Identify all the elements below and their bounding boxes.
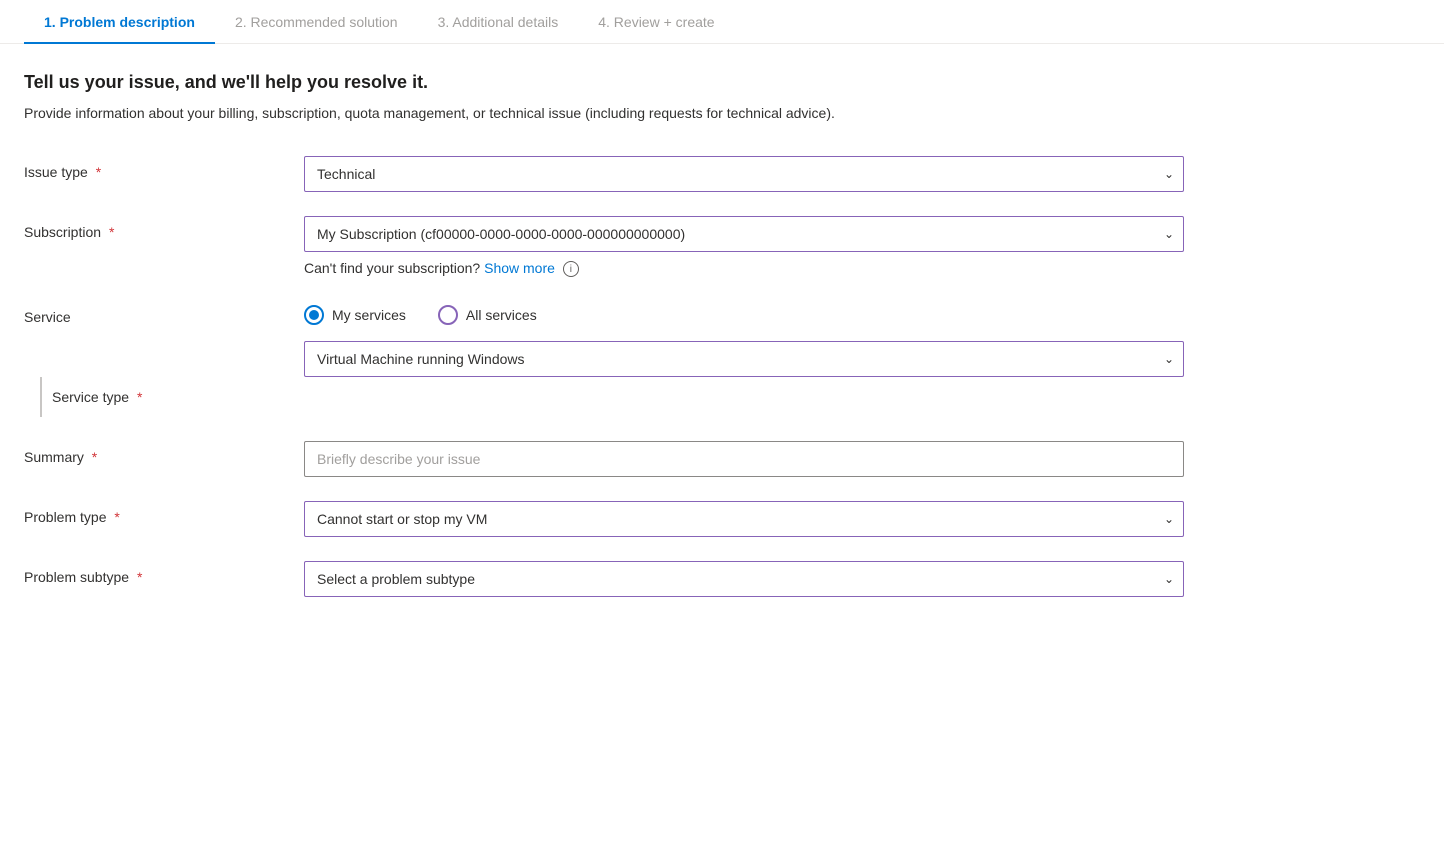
wizard-tabs: 1. Problem description 2. Recommended so… <box>0 0 1444 44</box>
problem-type-select[interactable]: Cannot start or stop my VM VM performanc… <box>304 501 1184 537</box>
page-description: Provide information about your billing, … <box>24 103 924 124</box>
tab-review-create[interactable]: 4. Review + create <box>578 0 734 44</box>
problem-subtype-required: * <box>137 569 142 585</box>
issue-type-select-wrapper: Technical Billing Subscription Quota ⌄ <box>304 156 1184 192</box>
issue-type-label: Issue type * <box>24 156 304 180</box>
main-content: Tell us your issue, and we'll help you r… <box>0 44 1400 661</box>
tab-additional-details[interactable]: 3. Additional details <box>418 0 579 44</box>
tab-recommended-solution[interactable]: 2. Recommended solution <box>215 0 418 44</box>
summary-input[interactable] <box>304 441 1184 477</box>
subscription-select-wrapper: My Subscription (cf00000-0000-0000-0000-… <box>304 216 1184 252</box>
service-radio-group: My services All services <box>304 301 1184 325</box>
problem-subtype-select-wrapper: Select a problem subtype ⌄ <box>304 561 1184 597</box>
service-right-col: My services All services Virtual Machine… <box>304 301 1184 377</box>
issue-type-row: Issue type * Technical Billing Subscript… <box>24 156 1376 192</box>
all-services-radio[interactable] <box>438 305 458 325</box>
summary-row: Summary * <box>24 441 1376 477</box>
subscription-hint: Can't find your subscription? Show more … <box>304 260 1184 277</box>
my-services-option[interactable]: My services <box>304 305 406 325</box>
page-headline: Tell us your issue, and we'll help you r… <box>24 72 1376 93</box>
summary-control <box>304 441 1184 477</box>
problem-type-control: Cannot start or stop my VM VM performanc… <box>304 501 1184 537</box>
problem-subtype-row: Problem subtype * Select a problem subty… <box>24 561 1376 597</box>
tab-problem-description[interactable]: 1. Problem description <box>24 0 215 44</box>
subscription-select[interactable]: My Subscription (cf00000-0000-0000-0000-… <box>304 216 1184 252</box>
subscription-required: * <box>109 224 114 240</box>
service-row: Service Service type * My services <box>24 301 1376 417</box>
service-type-label: Service type * <box>52 389 142 405</box>
info-icon: i <box>563 261 579 277</box>
summary-required: * <box>92 449 97 465</box>
problem-type-row: Problem type * Cannot start or stop my V… <box>24 501 1376 537</box>
service-type-select-wrapper: Virtual Machine running Windows Virtual … <box>304 341 1184 377</box>
issue-type-required: * <box>96 164 101 180</box>
problem-subtype-select[interactable]: Select a problem subtype <box>304 561 1184 597</box>
service-type-select[interactable]: Virtual Machine running Windows Virtual … <box>304 341 1184 377</box>
problem-type-label: Problem type * <box>24 501 304 525</box>
issue-type-select[interactable]: Technical Billing Subscription Quota <box>304 156 1184 192</box>
issue-type-control: Technical Billing Subscription Quota ⌄ <box>304 156 1184 192</box>
service-label: Service <box>24 301 304 325</box>
summary-label: Summary * <box>24 441 304 465</box>
subscription-row: Subscription * My Subscription (cf00000-… <box>24 216 1376 277</box>
service-sub-label: Service type * <box>24 377 304 417</box>
service-label-col: Service Service type * <box>24 301 304 417</box>
service-type-required: * <box>137 389 142 405</box>
all-services-option[interactable]: All services <box>438 305 537 325</box>
subscription-label: Subscription * <box>24 216 304 240</box>
service-sub-label-bar <box>40 377 42 417</box>
show-more-link[interactable]: Show more <box>484 260 555 276</box>
subscription-control: My Subscription (cf00000-0000-0000-0000-… <box>304 216 1184 277</box>
my-services-radio[interactable] <box>304 305 324 325</box>
problem-subtype-label: Problem subtype * <box>24 561 304 585</box>
problem-type-required: * <box>114 509 119 525</box>
service-radio-row: My services All services <box>304 301 1184 325</box>
problem-type-select-wrapper: Cannot start or stop my VM VM performanc… <box>304 501 1184 537</box>
problem-subtype-control: Select a problem subtype ⌄ <box>304 561 1184 597</box>
